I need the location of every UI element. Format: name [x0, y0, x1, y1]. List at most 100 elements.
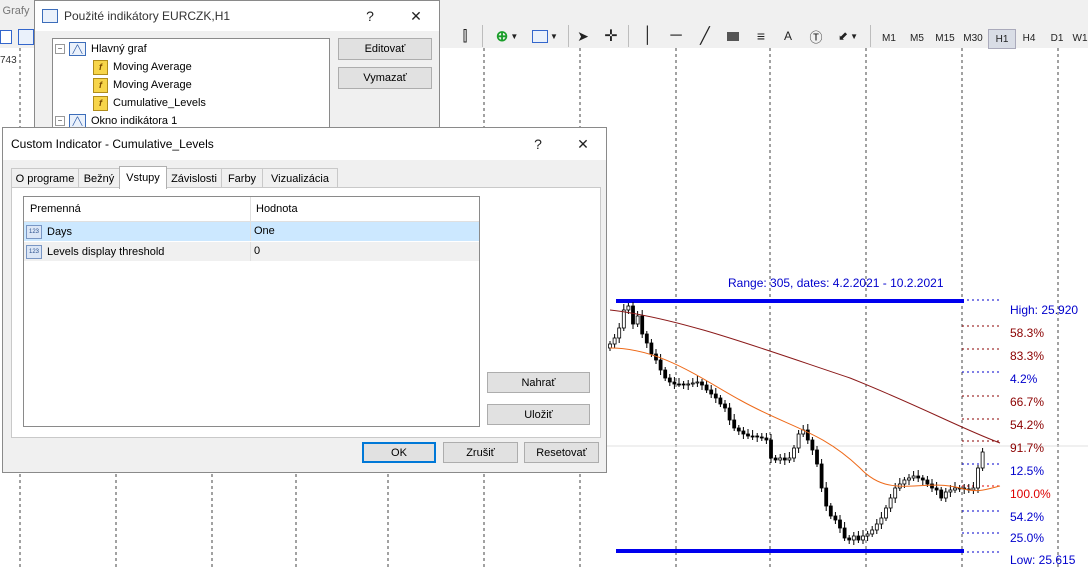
help-icon[interactable]: ?	[515, 128, 561, 160]
candle-body	[736, 427, 741, 432]
horizontal-line-icon[interactable]: ─	[665, 22, 687, 50]
text-label-icon[interactable]: Ⓣ	[806, 22, 826, 50]
candle-body	[677, 383, 681, 386]
tree-item-ma-1[interactable]: f Moving Average	[93, 58, 192, 76]
timeframe-m15[interactable]: M15	[932, 29, 958, 47]
tab-o-programe[interactable]: O programe	[11, 168, 79, 188]
candle-body	[773, 457, 778, 461]
tree-item-cumulative-levels[interactable]: f Cumulative_Levels	[93, 94, 206, 112]
candle-body	[838, 519, 842, 529]
candle-body	[755, 435, 760, 438]
candle-body	[649, 342, 654, 355]
candle-body	[769, 439, 773, 459]
edit-button[interactable]: Editovať	[338, 38, 432, 60]
function-icon: f	[93, 77, 108, 93]
col-header-value[interactable]: Hodnota	[256, 203, 298, 215]
inputs-table[interactable]: Premenná Hodnota 123 Days One 123 Levels…	[23, 196, 480, 427]
row-name: Days	[47, 226, 73, 238]
candle-body	[851, 535, 856, 541]
arrows-icon[interactable]: ⬋ ▼	[834, 22, 862, 50]
candle-body	[787, 457, 792, 461]
new-chart-icon[interactable]	[0, 30, 12, 44]
level-label: 54.2%	[1010, 418, 1045, 432]
timeframe-d1[interactable]: D1	[1044, 29, 1070, 47]
vertical-line-icon[interactable]: │	[638, 22, 658, 50]
tree-item-ma-2[interactable]: f Moving Average	[93, 76, 192, 94]
level-label: 66.7%	[1010, 395, 1045, 409]
text-tool-icon[interactable]: A	[778, 22, 798, 50]
timeframe-m1[interactable]: M1	[876, 29, 902, 47]
candle-body	[667, 377, 672, 383]
timeframe-h1[interactable]: H1	[988, 29, 1016, 49]
close-icon[interactable]: ✕	[560, 128, 606, 160]
tree-item-label: Moving Average	[113, 79, 192, 91]
collapse-icon[interactable]: −	[55, 44, 65, 54]
candle-body	[828, 505, 833, 517]
crosshair-icon[interactable]: ✛	[600, 22, 622, 50]
tab-vizualizacia[interactable]: Vizualizácia	[262, 168, 338, 188]
templates-icon[interactable]: ▼	[528, 22, 562, 50]
help-icon[interactable]: ?	[347, 1, 393, 31]
dialog-titlebar[interactable]: Custom Indicator - Cumulative_Levels ? ✕	[3, 128, 606, 160]
chart-icon: ╱╲	[69, 114, 86, 128]
row-value[interactable]: 0	[254, 245, 260, 257]
tab-vstupy[interactable]: Vstupy	[119, 166, 167, 189]
ok-button[interactable]: OK	[362, 442, 436, 463]
candle-body	[635, 315, 640, 325]
table-row[interactable]: 123 Days One	[24, 222, 479, 241]
menu-grafy[interactable]: Grafy	[0, 3, 32, 19]
crosshair-chart-icon[interactable]: ⫿	[452, 22, 478, 50]
candle-body	[980, 451, 985, 469]
timeframe-h4[interactable]: H4	[1016, 29, 1042, 47]
tree-item-label: Moving Average	[113, 61, 192, 73]
row-name-cell: 123 Levels display threshold	[26, 245, 164, 259]
add-indicator-icon[interactable]: ⊕ ▼	[490, 22, 524, 50]
tree-indicator-window-label: Okno indikátora 1	[91, 115, 178, 127]
tab-bar: O programe Bežný Vstupy Závislosti Farby…	[11, 166, 601, 189]
candle-body	[644, 333, 649, 344]
candle-body	[723, 403, 727, 409]
candle-body	[971, 487, 976, 491]
timeframe-w1[interactable]: W1	[1072, 29, 1088, 47]
candle-body	[612, 337, 617, 345]
trendline-icon[interactable]: ╱	[694, 22, 716, 50]
candle-body	[847, 537, 852, 541]
delete-button[interactable]: Vymazať	[338, 67, 432, 89]
dialog-title: Custom Indicator - Cumulative_Levels	[11, 137, 214, 151]
candle-body	[732, 419, 737, 429]
load-button[interactable]: Nahrať	[487, 372, 590, 393]
candle-body	[681, 383, 686, 386]
header-divider	[250, 197, 251, 221]
timeframe-m30[interactable]: M30	[960, 29, 986, 47]
candle-body	[902, 479, 907, 485]
indicators-tree[interactable]: − ╱╲ Hlavný graf f Moving Average f Movi…	[52, 38, 330, 130]
candle-body	[865, 533, 870, 537]
cancel-button[interactable]: Zrušiť	[443, 442, 518, 463]
candle-body	[621, 309, 626, 329]
tab-farby[interactable]: Farby	[221, 168, 263, 188]
candle-body	[608, 343, 612, 349]
reset-button[interactable]: Resetovať	[524, 442, 599, 463]
timeframe-m5[interactable]: M5	[904, 29, 930, 47]
level-label: 12.5%	[1010, 464, 1045, 478]
row-value[interactable]: One	[254, 225, 275, 237]
candle-body	[718, 397, 723, 405]
table-row[interactable]: 123 Levels display threshold 0	[24, 242, 479, 261]
tab-bezny[interactable]: Bežný	[78, 168, 120, 188]
cursor-icon[interactable]: ➤	[572, 22, 594, 50]
close-icon[interactable]: ✕	[393, 1, 439, 31]
collapse-icon[interactable]: −	[55, 116, 65, 126]
toolbar-icon[interactable]	[18, 29, 34, 45]
candle-body	[861, 535, 865, 541]
candle-body	[617, 327, 622, 339]
indicators-titlebar[interactable]: Použité indikátory EURCZK,H1 ? ✕	[35, 1, 439, 31]
col-header-variable[interactable]: Premenná	[30, 203, 81, 215]
candle-body	[626, 305, 631, 311]
ma-slow-line	[609, 309, 1001, 444]
channel-icon[interactable]	[722, 22, 744, 50]
fibo-icon[interactable]: ≡	[750, 22, 772, 50]
candle-body	[631, 305, 635, 325]
tab-zavislosti[interactable]: Závislosti	[166, 168, 222, 188]
save-button[interactable]: Uložiť	[487, 404, 590, 425]
tree-main-chart[interactable]: − ╱╲ Hlavný graf	[55, 40, 147, 58]
